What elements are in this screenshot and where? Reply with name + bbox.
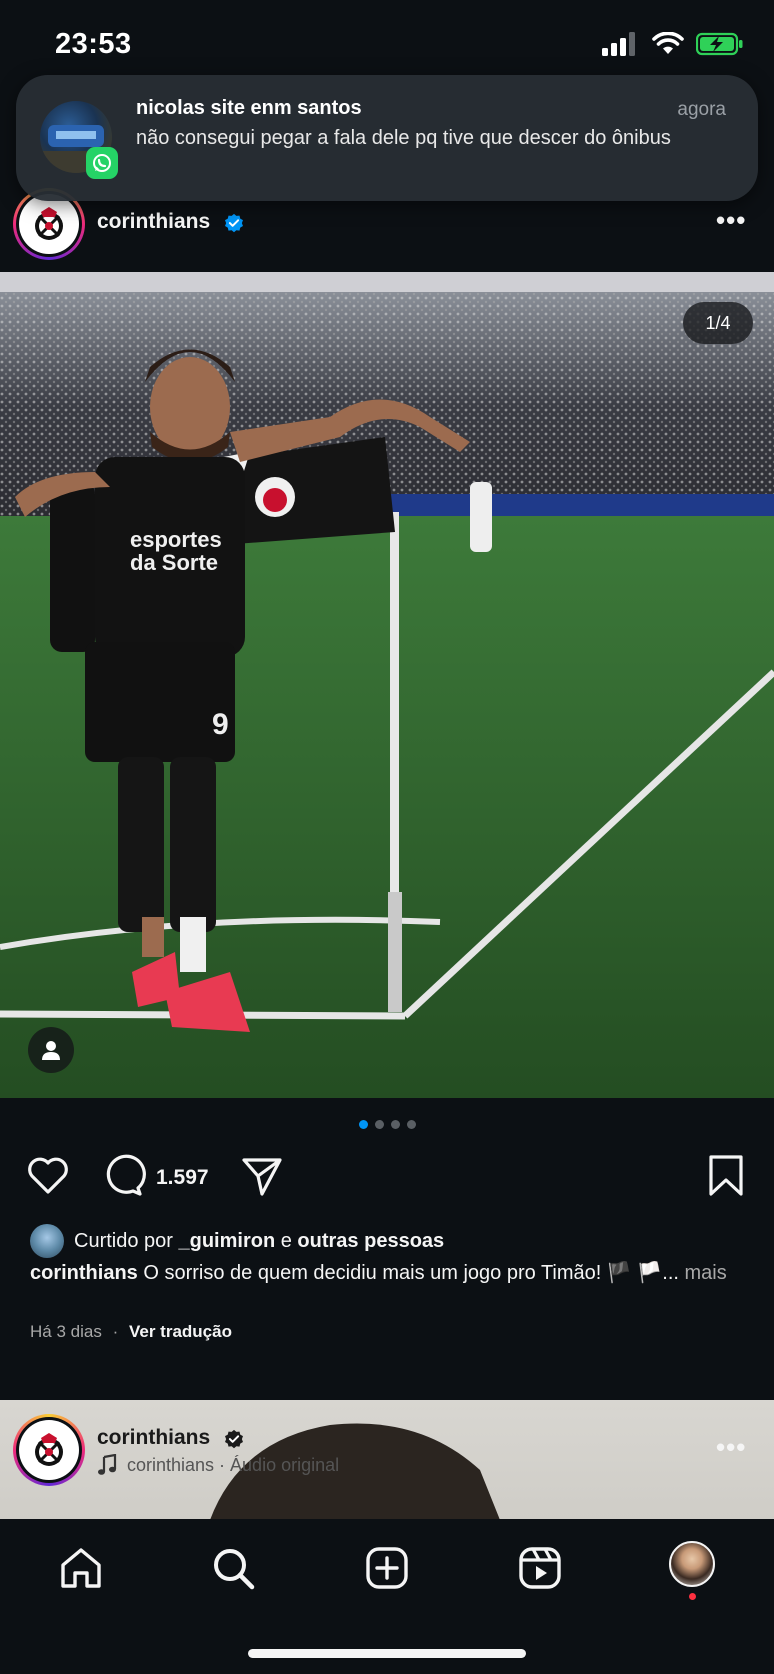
search-icon[interactable]: [210, 1545, 256, 1591]
notification-sender: nicolas site enm santos: [136, 97, 362, 119]
status-time: 23:53: [55, 28, 132, 60]
svg-text:esportes: esportes: [130, 527, 222, 552]
post-options-icon[interactable]: •••: [716, 205, 746, 236]
notification-dot: [688, 1593, 696, 1600]
profile-avatar[interactable]: [669, 1541, 715, 1587]
next-post-options-icon[interactable]: •••: [716, 1432, 746, 1463]
save-bookmark-icon[interactable]: [706, 1154, 746, 1198]
liked-by-user[interactable]: _guimiron: [179, 1230, 276, 1252]
share-send-icon[interactable]: [240, 1154, 284, 1198]
music-note-icon: [98, 1454, 117, 1475]
liked-by[interactable]: Curtido por _guimiron e outras pessoas: [30, 1224, 444, 1258]
carousel-dot: [390, 1120, 400, 1129]
verified-badge-icon: [224, 1429, 243, 1449]
notification-banner[interactable]: nicolas site enm santos agora não conseg…: [16, 75, 758, 201]
home-icon[interactable]: [58, 1545, 104, 1591]
wifi-icon: [652, 32, 684, 54]
next-post-audio[interactable]: corinthians · Áudio original: [97, 1454, 339, 1476]
signal-icon: [602, 32, 635, 56]
carousel-indicator: [0, 1120, 774, 1129]
post-caption[interactable]: corinthians O sorriso de quem decidiu ma…: [30, 1259, 750, 1287]
create-post-icon[interactable]: [364, 1545, 410, 1591]
notification-time: agora: [677, 99, 726, 120]
liked-by-avatar: [30, 1224, 64, 1258]
corinthians-logo-icon: [35, 1433, 63, 1466]
profile-tab[interactable]: [669, 1541, 715, 1600]
whatsapp-icon: [86, 147, 118, 179]
next-post-audio-text: corinthians · Áudio original: [127, 1454, 340, 1475]
caption-username[interactable]: corinthians: [30, 1262, 138, 1284]
svg-text:9: 9: [212, 708, 229, 741]
like-heart-icon[interactable]: [26, 1154, 70, 1198]
meta-separator: ·: [112, 1322, 119, 1341]
next-post-avatar[interactable]: [13, 1414, 85, 1486]
svg-text:da Sorte: da Sorte: [130, 550, 218, 575]
photo-counter: 1/4: [683, 302, 753, 344]
carousel-dot: [374, 1120, 384, 1129]
tagged-people-button[interactable]: [28, 1027, 74, 1073]
post-photo[interactable]: esportes da Sorte 9: [0, 272, 774, 1098]
comments-count[interactable]: 1.597: [156, 1166, 209, 1190]
liked-by-and: e: [280, 1229, 292, 1252]
post-action-row: 1.597: [26, 1154, 748, 1198]
carousel-dot-active: [358, 1120, 368, 1129]
notification-message: não consegui pegar a fala dele pq tive q…: [136, 127, 671, 149]
comment-icon[interactable]: [102, 1154, 146, 1198]
verified-badge-icon: [224, 213, 243, 233]
caption-more-link[interactable]: mais: [685, 1262, 727, 1284]
post-meta: Há 3 dias · Ver tradução: [30, 1322, 232, 1342]
carousel-dot: [406, 1120, 416, 1129]
reels-icon[interactable]: [517, 1545, 563, 1591]
liked-by-prefix: Curtido por: [74, 1229, 173, 1252]
post-username[interactable]: corinthians: [97, 210, 210, 233]
caption-ellipsis: ...: [662, 1262, 679, 1284]
battery-charging-icon: [696, 32, 743, 56]
caption-text: O sorriso de quem decidiu mais um jogo p…: [143, 1262, 663, 1284]
corinthians-logo-icon: [35, 207, 63, 240]
next-post-author[interactable]: corinthians: [97, 1426, 245, 1451]
home-indicator[interactable]: [248, 1649, 526, 1658]
status-icons: [602, 32, 744, 56]
see-translation-link[interactable]: Ver tradução: [129, 1322, 232, 1341]
liked-by-others[interactable]: outras pessoas: [297, 1230, 444, 1252]
post-time-ago: Há 3 dias: [30, 1322, 102, 1341]
next-post-username[interactable]: corinthians: [97, 1426, 210, 1449]
post-author[interactable]: corinthians: [97, 210, 245, 235]
person-icon: [42, 1041, 60, 1060]
